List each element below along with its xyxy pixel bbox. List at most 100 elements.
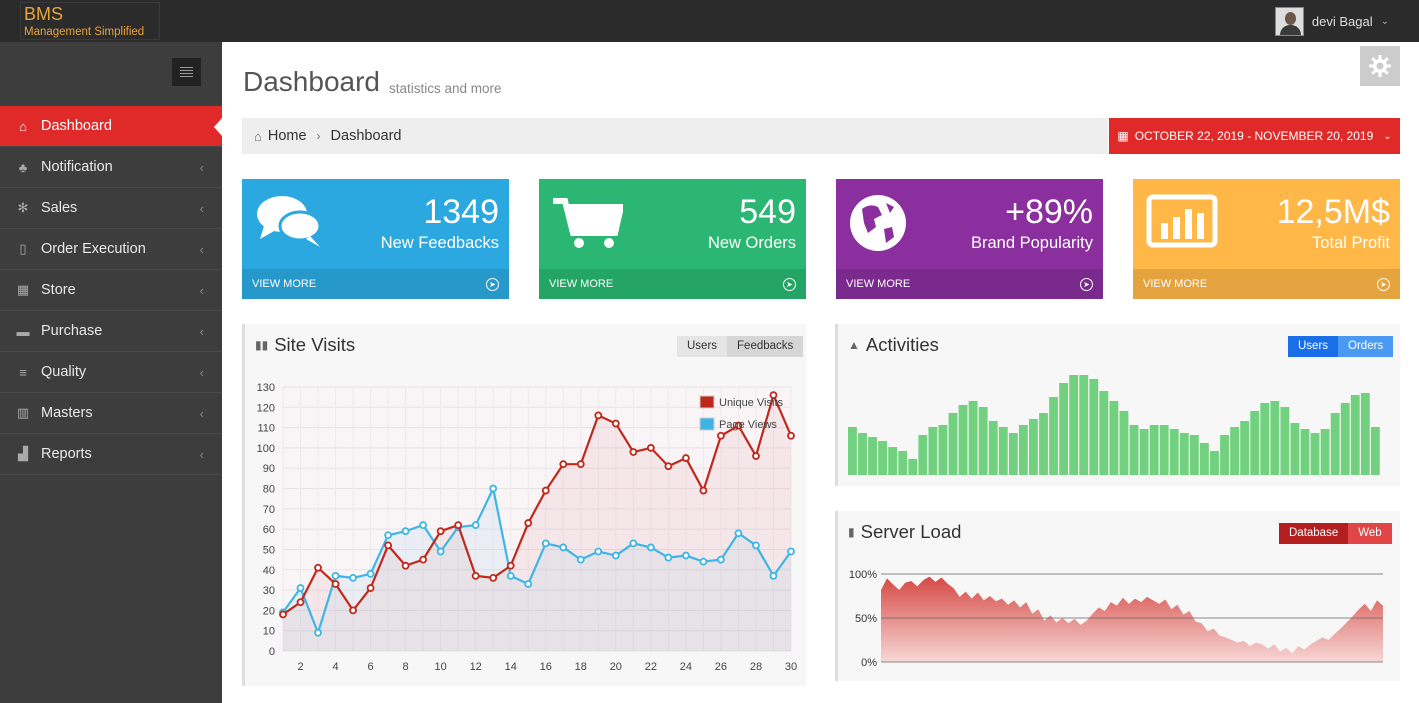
activity-bar: [1099, 391, 1109, 475]
arrow-circle-right-icon: ➤: [1377, 277, 1390, 291]
bookmark-icon: ▯: [19, 241, 27, 256]
view-more-link[interactable]: VIEW MORE ➤: [1133, 269, 1400, 299]
sidebar-item-label: Dashboard: [41, 118, 112, 134]
bar-chart-icon: [1145, 193, 1219, 254]
data-point: [471, 571, 480, 580]
breadcrumb-home-link[interactable]: Home: [268, 128, 307, 144]
x-tick-label: 20: [610, 661, 622, 673]
activity-bar: [1139, 429, 1149, 475]
stat-value: 1349: [423, 193, 499, 231]
x-tick-label: 12: [470, 661, 482, 673]
y-tick-label: 10: [263, 626, 275, 638]
x-tick-label: 30: [785, 661, 797, 673]
data-point: [454, 521, 463, 529]
activity-bar: [1370, 427, 1380, 475]
stat-value: 12,5M$: [1276, 193, 1390, 231]
activity-bar: [1220, 435, 1229, 475]
data-point: [524, 580, 533, 588]
chevron-left-icon: ‹: [199, 323, 204, 339]
briefcase-icon: ▬: [16, 323, 30, 339]
data-point: [349, 573, 357, 582]
sidebar-item-label: Order Execution: [41, 241, 146, 257]
data-point: [664, 462, 673, 471]
x-tick-label: 28: [750, 661, 762, 673]
x-tick-label: 26: [715, 661, 727, 673]
activities-panel: ▲ Activities Users Orders: [835, 324, 1400, 486]
view-more-link[interactable]: VIEW MORE ➤: [242, 269, 509, 299]
settings-button[interactable]: [1360, 46, 1400, 86]
shopping-cart-icon: [551, 193, 625, 254]
activity-bar: [1089, 379, 1099, 475]
activity-bar: [1189, 435, 1199, 475]
breadcrumb: ⌂ Home › Dashboard: [242, 118, 1108, 154]
data-point: [717, 555, 725, 564]
view-more-label: VIEW MORE: [846, 278, 911, 290]
sidebar-item-notification[interactable]: ♣ Notification ‹: [0, 147, 222, 188]
sidebar-item-label: Quality: [41, 364, 87, 380]
gear-icon: [1369, 55, 1391, 77]
arrow-circle-right-icon: ➤: [783, 277, 796, 291]
sidebar-item-masters[interactable]: ▥ Masters ‹: [0, 393, 222, 434]
sidebar-item-sales[interactable]: ✻ Sales ‹: [0, 188, 222, 229]
date-range-picker[interactable]: ▦ OCTOBER 22, 2019 - NOVEMBER 20, 2019 ⌄: [1109, 118, 1400, 154]
stat-label: Total Profit: [1312, 234, 1390, 252]
data-point: [436, 527, 445, 536]
sidebar-item-order-execution[interactable]: ▯ Order Execution ‹: [0, 229, 222, 270]
sidebar-item-label: Store: [41, 282, 76, 298]
bar-chart-icon: ▥: [16, 405, 30, 420]
activity-bar: [1049, 397, 1058, 475]
y-tick-label: 30: [263, 585, 275, 597]
data-point: [646, 444, 655, 452]
view-more-link[interactable]: VIEW MORE ➤: [539, 269, 806, 299]
sidebar-item-label: Masters: [41, 405, 93, 421]
stat-tile-orders: 549 New Orders VIEW MORE ➤: [539, 179, 806, 299]
activity-bar: [1018, 425, 1028, 475]
data-point: [296, 584, 305, 592]
view-more-label: VIEW MORE: [1143, 278, 1208, 290]
chevron-left-icon: ‹: [199, 241, 204, 257]
sidebar-item-quality[interactable]: ≡ Quality ‹: [0, 352, 222, 393]
page-subtitle: statistics and more: [389, 81, 502, 96]
data-point: [401, 527, 410, 536]
activity-bar: [1260, 403, 1270, 475]
data-point: [314, 563, 322, 572]
user-menu[interactable]: devi Bagal ⌄: [1274, 6, 1389, 36]
stat-tile-brand-popularity: +89% Brand Popularity VIEW MORE ➤: [836, 179, 1103, 299]
chevron-left-icon: ‹: [199, 282, 204, 298]
x-tick-label: 18: [575, 661, 587, 673]
activity-bar: [858, 433, 867, 475]
sidebar-toggle-button[interactable]: [172, 58, 201, 86]
activity-bar: [1340, 403, 1350, 475]
data-point: [331, 580, 340, 588]
activity-bar: [1069, 375, 1079, 475]
data-point: [699, 486, 708, 495]
logo-subtitle: Management Simplified: [24, 26, 145, 38]
data-point: [611, 551, 620, 560]
activity-bar: [998, 427, 1008, 475]
chevron-left-icon: ‹: [199, 159, 204, 175]
bars-icon: ≡: [19, 364, 27, 380]
y-tick-label: 70: [263, 504, 275, 516]
sidebar-item-purchase[interactable]: ▬ Purchase ‹: [0, 311, 222, 352]
activity-bar: [848, 427, 857, 475]
table-icon: ▦: [16, 282, 30, 297]
activity-bar: [1199, 443, 1209, 475]
logo[interactable]: BMS Management Simplified: [20, 2, 160, 40]
sitemap-icon: ♣: [18, 159, 28, 175]
view-more-label: VIEW MORE: [252, 278, 317, 290]
data-point: [384, 531, 393, 540]
activity-bar: [1119, 411, 1129, 475]
view-more-link[interactable]: VIEW MORE ➤: [836, 269, 1103, 299]
sidebar-item-reports[interactable]: ▟ Reports ‹: [0, 434, 222, 475]
data-point: [699, 557, 708, 566]
sidebar-item-dashboard[interactable]: ⌂ Dashboard: [0, 106, 222, 147]
chevron-left-icon: ‹: [199, 446, 204, 462]
activity-bar: [1270, 401, 1280, 475]
sidebar-item-store[interactable]: ▦ Store ‹: [0, 270, 222, 311]
activity-bar: [1179, 433, 1189, 475]
data-point: [787, 431, 795, 440]
chevron-left-icon: ‹: [199, 405, 204, 421]
cogs-icon: ✻: [17, 200, 29, 215]
activity-bar: [1008, 433, 1018, 475]
data-point: [419, 521, 428, 529]
